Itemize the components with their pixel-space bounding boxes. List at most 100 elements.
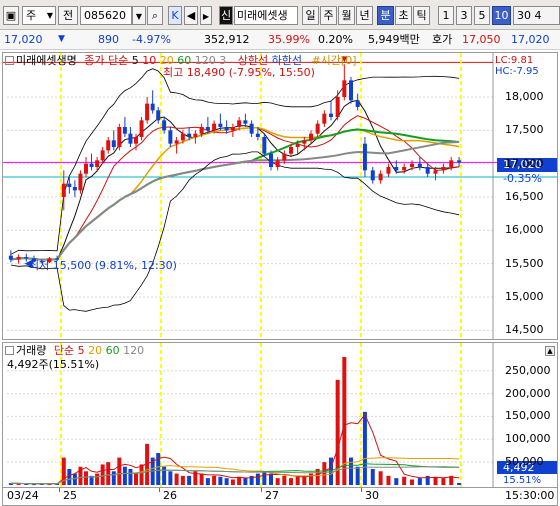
volume-bar [370, 469, 375, 485]
candle-body [282, 153, 287, 161]
candle-body [199, 127, 204, 134]
legend-ma5: 5 [131, 54, 139, 67]
volume-bar [111, 471, 116, 485]
volume-bar [282, 475, 287, 485]
volume-legend-ma5: 5 [77, 344, 85, 357]
candle-body [145, 103, 150, 121]
candle-body [370, 170, 375, 181]
volume-bar [410, 479, 414, 485]
price-chart-pane[interactable]: 미래에셋생명 종가 단순 5 10 20 60 120 3 상한선 하한선 #시… [2, 52, 558, 340]
window-menu-icon[interactable]: ▣ [3, 6, 19, 25]
interval-button-5[interactable]: 5 [474, 6, 490, 25]
period-button-week[interactable]: 주 [320, 6, 337, 25]
candle-body [449, 160, 454, 167]
candle-body [378, 173, 383, 181]
volume-bar [243, 478, 248, 485]
candle-body [78, 173, 83, 191]
volume-axis-tick: 100,000 [505, 432, 551, 446]
price-axis-tick: 17,500 [505, 123, 544, 137]
time-axis-label: 30 [365, 489, 379, 502]
volume-legend-ma-label: 단순 [53, 344, 75, 357]
candle-body [61, 183, 66, 197]
candle-body [8, 255, 13, 260]
legend-time: #시간[0] [311, 54, 357, 67]
volume-bar [402, 476, 407, 485]
candle-body [224, 127, 229, 131]
period-button-month[interactable]: 월 [338, 6, 355, 25]
candle-body [342, 80, 347, 97]
period-toggle-button[interactable]: 전 [58, 6, 78, 25]
volume-bar [262, 471, 267, 485]
candle-body [394, 167, 399, 171]
search-button[interactable]: ⌕ [147, 6, 163, 25]
period-button-minute[interactable]: 분 [377, 6, 394, 25]
period-button-tick[interactable]: 틱 [413, 6, 430, 25]
ma60-line [10, 128, 460, 261]
next-button[interactable]: ▶ [200, 6, 212, 25]
price-chart-svg [3, 53, 557, 339]
volume-bar [212, 475, 217, 485]
interval-button-3[interactable]: 3 [456, 6, 472, 25]
quote-info-row: 17,020 ▼ 890 -4.97% 352,912 35.99% 0.20%… [0, 30, 560, 50]
time-axis-label: 26 [163, 489, 177, 502]
interval-button-10[interactable]: 10 [492, 6, 511, 25]
k-button[interactable]: K [168, 6, 182, 25]
candle-body [322, 113, 327, 124]
candle-body [441, 167, 446, 171]
candle-body [269, 153, 273, 167]
candle-body [100, 150, 105, 161]
volume-bar [362, 411, 367, 485]
candle-body [218, 123, 223, 127]
volume-legend: 거래량 단순 5 20 60 120 [5, 344, 144, 358]
trade-volume: 352,912 [204, 33, 250, 46]
legend-collapse-icon[interactable] [5, 56, 14, 65]
candle-body [162, 120, 167, 131]
volume-bar [355, 466, 360, 485]
code-dropdown-button[interactable]: ▼ [132, 6, 146, 25]
volume-axis-tick: 150,000 [505, 409, 551, 423]
volume-bar [199, 473, 204, 485]
volume-annotation: 4,492주(15.51%) [7, 358, 100, 371]
candle-body [67, 183, 72, 187]
ma10-line [10, 115, 460, 261]
volume-chart-pane[interactable]: 거래량 단순 5 20 60 120 4,492주(15.51%) ▲ 4,49… [2, 342, 558, 488]
candle-body [168, 130, 173, 144]
interval-button-30[interactable]: 30 4 [513, 6, 560, 25]
volume-legend-ma20: 20 [88, 344, 103, 357]
candle-body [187, 133, 192, 137]
candle-body [433, 170, 438, 174]
stock-code-input[interactable]: 085620 [80, 6, 132, 25]
candle-body [355, 100, 360, 107]
volume-bar [67, 469, 72, 485]
candle-body [255, 133, 260, 137]
volume-bar [32, 484, 36, 486]
volume-ma20-line [10, 457, 460, 485]
chevron-up-icon: ▲ [547, 347, 553, 355]
volume-pane-collapse-button[interactable]: ▲ [545, 346, 555, 356]
volume-bar [205, 478, 210, 485]
candle-body [335, 97, 340, 117]
price-axis-tick: 16,000 [505, 223, 544, 237]
time-axis-tick-mark [59, 488, 60, 492]
candle-body [417, 163, 422, 167]
period-button-year[interactable]: 년 [356, 6, 373, 25]
candle-body [117, 127, 122, 147]
ma20-line [10, 126, 460, 261]
legend-collapse-icon[interactable] [5, 346, 14, 355]
chevron-down-icon: ▼ [135, 12, 143, 21]
interval-button-1[interactable]: 1 [438, 6, 454, 25]
low-annotation: 최저 15,500 (9.81%, 12:30) [29, 259, 177, 272]
speaker-button[interactable]: ◀ [184, 6, 198, 25]
period-button-day[interactable]: 일 [302, 6, 319, 25]
time-axis-label: 27 [265, 489, 279, 502]
price-change-pct: -4.97% [132, 33, 171, 46]
volume-axis-tick: 250,000 [505, 363, 551, 377]
candle-body [309, 133, 313, 141]
bollinger-lower-line [10, 151, 460, 312]
period-button-second[interactable]: 초 [395, 6, 412, 25]
candle-body [289, 147, 293, 154]
market-select[interactable]: 주 ▼ [22, 6, 56, 25]
candle-body [302, 140, 307, 144]
volume-bar [386, 475, 391, 485]
candle-body [205, 127, 210, 131]
